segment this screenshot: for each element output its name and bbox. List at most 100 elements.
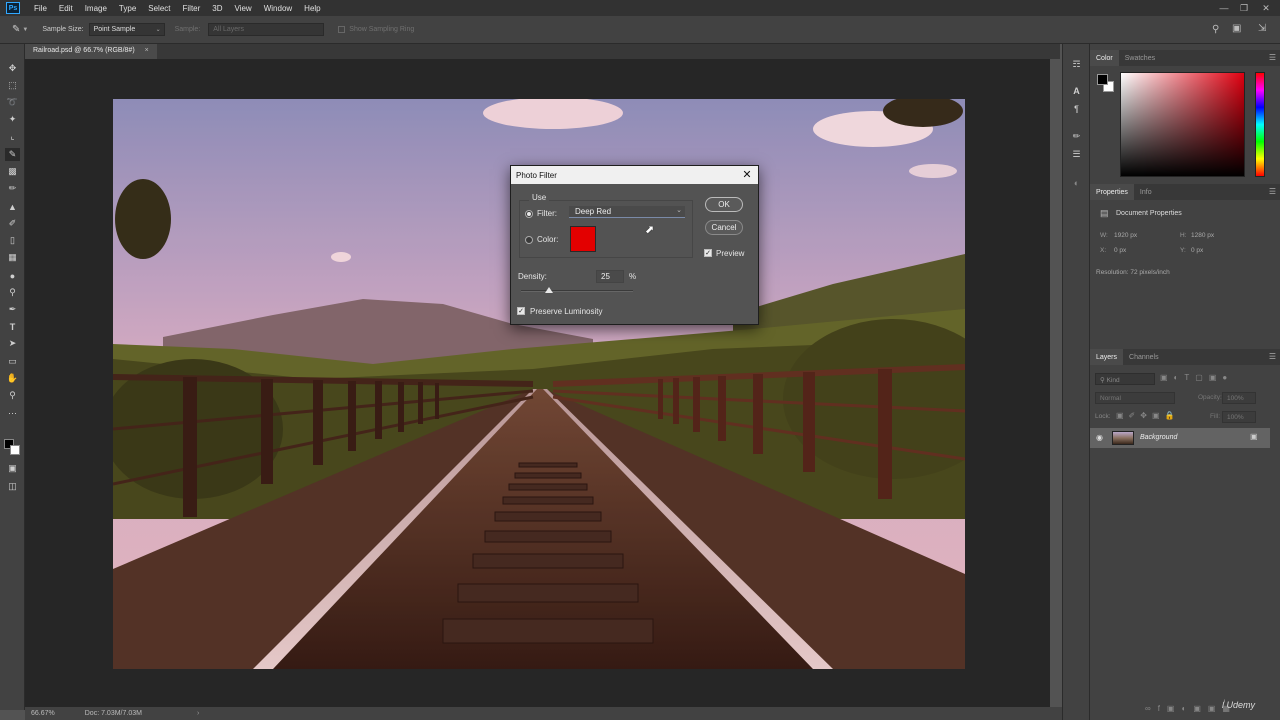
tab-layers[interactable]: Layers (1090, 349, 1124, 365)
blend-mode-select[interactable]: Normal (1095, 392, 1175, 404)
status-arrow-icon[interactable]: › (197, 710, 199, 717)
type-tool-icon[interactable]: T (5, 320, 20, 333)
right-panels: Color Swatches ☰ Properties Info ☰ ▤ Doc… (1090, 44, 1280, 720)
tool-preset-chevron-icon[interactable]: ▼ (22, 27, 28, 33)
history-panel-icon[interactable]: ☶ (1069, 58, 1084, 71)
layer-row-background[interactable]: ◉ Background ▣ (1090, 428, 1270, 448)
filter-radio[interactable] (525, 210, 533, 218)
opacity-value[interactable]: 100% (1222, 392, 1256, 404)
density-slider-track[interactable] (521, 290, 633, 292)
width-value[interactable]: 1920 px (1114, 232, 1137, 239)
density-slider-thumb[interactable] (545, 287, 553, 293)
visibility-eye-icon[interactable]: ◉ (1096, 433, 1103, 442)
layer-name[interactable]: Background (1140, 434, 1177, 441)
x-value[interactable]: 0 px (1114, 247, 1126, 254)
menu-help[interactable]: Help (298, 4, 326, 13)
menu-view[interactable]: View (229, 4, 258, 13)
close-icon[interactable]: ✕ (740, 167, 754, 182)
brush-tool-icon[interactable]: ✏ (5, 182, 20, 195)
screen-mode-icon[interactable]: ◫ (5, 480, 20, 493)
tab-swatches[interactable]: Swatches (1119, 50, 1161, 66)
healing-brush-icon[interactable]: ▩ (5, 165, 20, 178)
layer-thumbnail (1112, 431, 1134, 445)
tab-info[interactable]: Info (1134, 184, 1158, 200)
menu-file[interactable]: File (28, 4, 53, 13)
eyedropper-icon[interactable]: ✎ (5, 148, 20, 161)
color-foreground-swatch[interactable] (1097, 74, 1108, 85)
menu-edit[interactable]: Edit (53, 4, 79, 13)
fill-value[interactable]: 100% (1222, 411, 1256, 423)
menu-select[interactable]: Select (142, 4, 176, 13)
tab-channels[interactable]: Channels (1123, 349, 1165, 365)
pen-tool-icon[interactable]: ✒ (5, 303, 20, 316)
ok-button[interactable]: OK (705, 197, 743, 212)
magic-wand-icon[interactable]: ✦ (5, 113, 20, 126)
hand-tool-icon[interactable]: ✋ (5, 372, 20, 385)
tab-properties[interactable]: Properties (1090, 184, 1134, 200)
close-window-icon[interactable]: ✕ (1256, 0, 1276, 16)
height-value[interactable]: 1280 px (1191, 232, 1214, 239)
zoom-tool-icon[interactable]: ⚲ (5, 389, 20, 402)
dodge-tool-icon[interactable]: ⚲ (5, 286, 20, 299)
paragraph-panel-icon[interactable]: ¶ (1069, 102, 1084, 115)
panel-menu-icon[interactable]: ☰ (1269, 53, 1276, 62)
mouse-cursor-icon: ⬈ (645, 224, 655, 236)
color-picker-field[interactable] (1120, 72, 1245, 177)
workspace-icon[interactable]: ▣ (1232, 23, 1241, 34)
layer-filter-icons[interactable]: ▣◐T▢▣● (1160, 373, 1233, 382)
layer-kind-filter[interactable]: ⚲ Kind (1095, 373, 1155, 385)
rectangle-tool-icon[interactable]: ▭ (5, 355, 20, 368)
hue-slider[interactable] (1255, 72, 1265, 177)
eyedropper-tool-icon[interactable]: ✎ (12, 24, 20, 35)
share-icon[interactable]: ⇲ (1258, 23, 1266, 34)
clone-stamp-icon[interactable]: ▲ (5, 200, 20, 213)
menu-window[interactable]: Window (258, 4, 298, 13)
gradient-tool-icon[interactable]: ▦ (5, 251, 20, 264)
preserve-luminosity-label: Preserve Luminosity (530, 307, 603, 316)
quick-mask-icon[interactable]: ▣ (5, 462, 20, 475)
brush-settings-icon[interactable]: ✏ (1069, 130, 1084, 143)
document-tab[interactable]: Railroad.psd @ 66.7% (RGB/8#) × (25, 44, 157, 59)
preview-checkbox[interactable]: ✓ (704, 249, 712, 257)
zoom-level[interactable]: 66.67% (31, 710, 55, 717)
sample-size-select[interactable]: Point Sample ⌄ (88, 23, 165, 36)
color-swatch[interactable] (570, 226, 596, 252)
path-selection-icon[interactable]: ➤ (5, 337, 20, 350)
panel-menu-icon[interactable]: ☰ (1269, 352, 1276, 361)
cancel-button[interactable]: Cancel (705, 220, 743, 235)
preserve-luminosity-checkbox[interactable]: ✓ (517, 307, 525, 315)
menu-filter[interactable]: Filter (177, 4, 207, 13)
crop-tool-icon[interactable]: ⌞ (5, 130, 20, 143)
tool-presets-icon[interactable]: ☰ (1069, 148, 1084, 161)
move-tool-icon[interactable]: ✥ (5, 62, 20, 75)
menu-type[interactable]: Type (113, 4, 142, 13)
more-tools-icon[interactable]: ⋯ (5, 407, 20, 420)
lock-icons[interactable]: ▣✐✥▣🔒 (1116, 411, 1179, 420)
show-ring-checkbox[interactable] (338, 26, 346, 33)
menu-3d[interactable]: 3D (206, 4, 228, 13)
blur-tool-icon[interactable]: ● (5, 269, 20, 282)
search-icon[interactable]: ⚲ (1212, 24, 1219, 35)
panel-icon-strip: ☶ A ¶ ✏ ☰ ◐ (1062, 44, 1090, 720)
eraser-tool-icon[interactable]: ▯ (5, 234, 20, 247)
menu-image[interactable]: Image (79, 4, 113, 13)
sample-select[interactable]: All Layers (208, 23, 325, 36)
close-tab-icon[interactable]: × (145, 47, 149, 54)
resolution-text: Resolution: 72 pixels/inch (1096, 269, 1170, 276)
minimize-icon[interactable]: — (1214, 0, 1234, 16)
adjustments-icon[interactable]: ◐ (1069, 176, 1084, 189)
background-color-swatch[interactable] (10, 445, 20, 455)
color-radio[interactable] (525, 236, 533, 244)
filter-select[interactable]: Deep Red ⌄ (569, 206, 685, 218)
character-panel-icon[interactable]: A (1069, 84, 1084, 97)
marquee-tool-icon[interactable]: ⬚ (5, 79, 20, 92)
density-input[interactable]: 25 (596, 270, 624, 283)
y-value[interactable]: 0 px (1191, 247, 1203, 254)
dialog-title-bar[interactable]: Photo Filter ✕ (511, 166, 758, 184)
x-label: X: (1100, 247, 1107, 254)
history-brush-icon[interactable]: ✐ (5, 217, 20, 230)
panel-menu-icon[interactable]: ☰ (1269, 187, 1276, 196)
lasso-tool-icon[interactable]: ➰ (5, 96, 20, 109)
tab-color[interactable]: Color (1090, 50, 1119, 66)
restore-icon[interactable]: ❐ (1234, 0, 1254, 16)
